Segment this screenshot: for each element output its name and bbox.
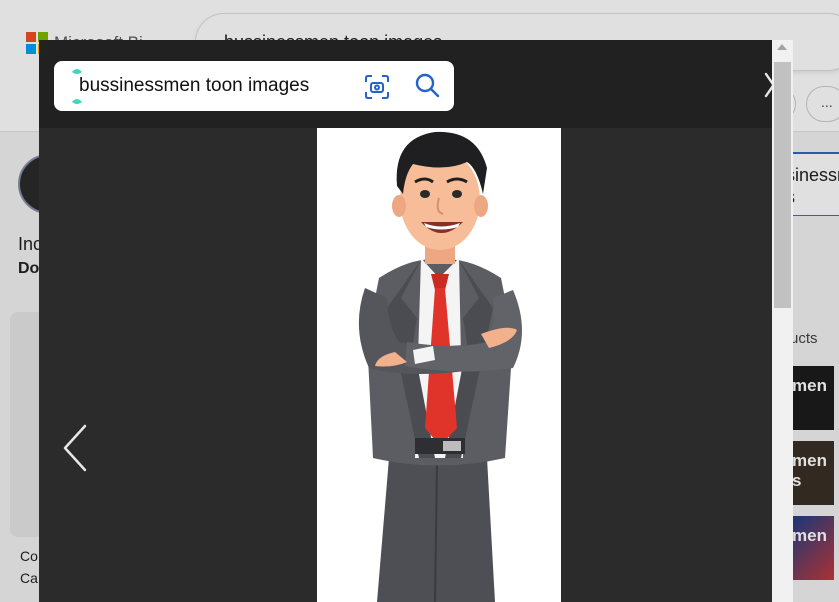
businessman-illustration (358, 131, 522, 602)
scroll-thumb[interactable] (774, 62, 791, 308)
viewer-search-query[interactable]: bussinessmen toon images (79, 75, 309, 97)
image-viewer-modal: bussinessmen toon images (39, 40, 772, 602)
viewer-search-box[interactable]: bussinessmen toon images (54, 61, 454, 111)
businessman-image[interactable] (317, 128, 561, 602)
close-icon[interactable] (763, 70, 772, 100)
visual-search-icon[interactable] (364, 74, 390, 100)
viewer-scrollbar[interactable] (772, 40, 793, 602)
viewer-topbar: bussinessmen toon images (39, 40, 772, 128)
search-icon[interactable] (414, 72, 440, 98)
scroll-up-arrow-icon[interactable] (777, 44, 787, 50)
chevron-left-icon[interactable] (57, 418, 97, 478)
